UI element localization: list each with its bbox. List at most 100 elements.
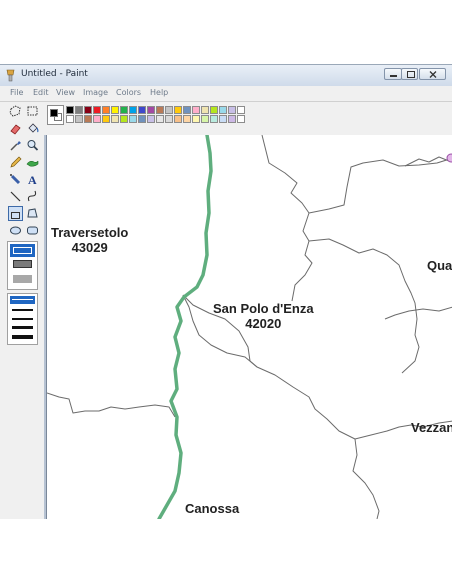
title-bar[interactable]: Untitled - Paint [0,65,452,86]
color-swatch[interactable] [138,115,146,123]
maximize-button[interactable] [401,68,418,80]
color-swatch[interactable] [201,106,209,114]
color-swatch[interactable] [219,115,227,123]
place-name: Quat [427,258,452,273]
color-swatch[interactable] [129,106,137,114]
tool-magnifier[interactable] [25,138,40,153]
line-width-3[interactable] [12,318,33,320]
text-icon: A [28,173,37,187]
color-swatch[interactable] [111,115,119,123]
color-swatch[interactable] [165,115,173,123]
color-swatch[interactable] [102,115,110,123]
color-swatch[interactable] [192,106,200,114]
color-swatch[interactable] [174,115,182,123]
svg-text:A: A [28,173,37,187]
place-label: Quat [427,258,452,273]
tool-line[interactable] [8,189,23,204]
menu-help[interactable]: Help [150,88,168,97]
color-swatch[interactable] [210,115,218,123]
magnifier-icon [27,140,39,151]
place-label: San Polo d'Enza 42020 [213,301,314,331]
boundary-line [47,392,176,418]
minimize-icon [390,75,397,77]
color-swatch[interactable] [120,115,128,123]
color-swatch[interactable] [174,106,182,114]
ellipse-icon [10,226,21,235]
color-swatch[interactable] [237,106,245,114]
close-button[interactable] [419,68,446,80]
place-label: Traversetolo 43029 [51,225,128,255]
tool-text[interactable]: A [25,172,40,187]
tool-rounded-rectangle[interactable] [25,223,40,238]
color-swatch[interactable] [192,115,200,123]
outline-swatch [13,247,32,254]
tool-curve[interactable] [25,189,40,204]
color-swatch[interactable] [93,106,101,114]
drawing-canvas[interactable]: Traversetolo 43029 San Polo d'Enza 42020… [46,135,452,519]
curve-icon [27,190,37,202]
polygon-icon [27,208,38,218]
fill-style-solid[interactable] [13,275,32,283]
color-swatch[interactable] [84,115,92,123]
place-label: Canossa [185,501,239,516]
color-swatch[interactable] [129,115,137,123]
boundary-line [352,438,380,519]
color-swatch[interactable] [111,106,119,114]
color-swatch[interactable] [66,106,74,114]
tool-select[interactable] [25,104,40,119]
line-width-5[interactable] [12,335,33,339]
tool-rectangle[interactable] [8,206,23,221]
foreground-color-swatch[interactable] [50,109,58,117]
menu-bar: File Edit View Image Colors Help [0,86,452,102]
tool-eraser[interactable] [8,121,23,136]
restore-icon [407,71,415,78]
fill-bucket-icon [28,123,39,133]
menu-view[interactable]: View [56,88,75,97]
color-swatch[interactable] [156,115,164,123]
tool-polygon[interactable] [25,206,40,221]
color-swatch[interactable] [66,115,74,123]
color-swatch[interactable] [210,106,218,114]
minimize-button[interactable] [384,68,402,80]
color-swatch[interactable] [156,106,164,114]
menu-image[interactable]: Image [83,88,108,97]
color-swatch[interactable] [93,115,101,123]
fill-style-outline[interactable] [10,244,35,257]
color-swatch[interactable] [120,106,128,114]
color-swatch[interactable] [219,106,227,114]
color-swatch[interactable] [165,106,173,114]
color-swatch[interactable] [84,106,92,114]
color-swatch[interactable] [237,115,245,123]
paint-window: Untitled - Paint File Edit View Image Co… [0,64,452,519]
map-point-marker [446,153,452,163]
line-icon [10,191,21,202]
line-width-2[interactable] [12,309,33,311]
tool-fill[interactable] [25,121,40,136]
tool-airbrush[interactable] [8,172,23,187]
current-colors [47,105,64,125]
color-swatch[interactable] [138,106,146,114]
line-width-4[interactable] [12,326,33,329]
tool-free-form-select[interactable] [8,104,23,119]
fill-style-outline-fill[interactable] [13,260,32,268]
tool-pencil[interactable] [8,155,23,170]
menu-edit[interactable]: Edit [33,88,49,97]
color-swatch[interactable] [75,115,83,123]
tool-ellipse[interactable] [8,223,23,238]
menu-file[interactable]: File [10,88,23,97]
color-swatch[interactable] [147,115,155,123]
tool-brush[interactable] [25,155,40,170]
color-swatch[interactable] [147,106,155,114]
select-icon [27,106,38,116]
tool-color-picker[interactable] [8,138,23,153]
color-swatch[interactable] [201,115,209,123]
free-form-select-icon [9,105,21,117]
color-swatch[interactable] [183,115,191,123]
color-swatch[interactable] [75,106,83,114]
menu-colors[interactable]: Colors [116,88,141,97]
line-width-1[interactable] [10,296,35,304]
color-swatch[interactable] [102,106,110,114]
color-swatch[interactable] [228,115,236,123]
color-swatch[interactable] [183,106,191,114]
color-swatch[interactable] [228,106,236,114]
